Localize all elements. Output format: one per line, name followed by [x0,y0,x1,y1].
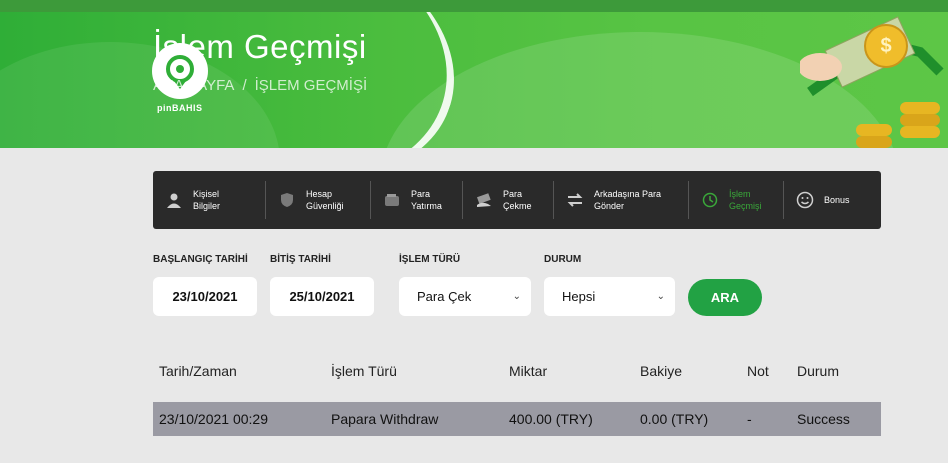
table-cell: 23/10/2021 00:29 [159,411,268,427]
nav-item-deposit[interactable]: Para Yatırma [371,181,463,219]
nav-item-account-security[interactable]: Hesap Güvenliği [266,181,371,219]
nav-label: Para [503,189,523,199]
table-cell: Success [797,411,850,427]
breadcrumb-home-link[interactable]: ANA SAYFA [153,77,234,94]
start-date-input[interactable]: 23/10/2021 [153,277,257,316]
nav-label: Hesap [306,189,333,199]
nav-label: Gönder [594,201,625,211]
column-header: Durum [797,363,840,379]
table-row: 23/10/2021 00:29 Papara Withdraw 400.00 … [153,402,881,436]
start-date-label: BAŞLANGIÇ TARİHİ [153,254,248,265]
table-cell: 400.00 (TRY) [509,411,593,427]
nav-item-withdraw[interactable]: Para Çekme [463,181,554,219]
table-cell: 0.00 (TRY) [640,411,709,427]
nav-label: Kişisel [193,189,220,199]
column-header: Miktar [509,363,548,379]
chevron-down-icon: ⌄ [512,291,521,302]
nav-label: Arkadaşına Para [594,189,662,199]
breadcrumb: ANA SAYFA / İŞLEM GEÇMİŞİ [153,77,367,94]
breadcrumb-separator: / [242,77,247,94]
smile-icon [796,191,814,209]
search-button[interactable]: ARA [688,279,762,316]
nav-item-personal-info[interactable]: Kişisel Bilgiler [153,181,266,219]
transfer-icon [566,191,584,209]
table-cell: - [747,411,752,427]
account-nav: Kişisel Bilgiler Hesap Güvenliği Para Yatır… [153,171,881,229]
status-label: DURUM [544,254,582,265]
nav-label: Para [411,189,431,199]
wallet-icon [383,191,401,209]
breadcrumb-current: İŞLEM GEÇMİŞİ [254,77,368,94]
column-header: Not [747,363,769,379]
transaction-type-select[interactable]: Para Çek ⌄ [399,277,531,316]
coin-icon: $ [864,24,908,68]
nav-label: Güvenliği [306,201,344,211]
cash-withdraw-icon [475,191,493,209]
nav-label: Yatırma [411,201,442,211]
end-date-label: BİTİŞ TARİHİ [270,254,331,265]
status-value: Hepsi [562,289,596,304]
column-header: İşlem Türü [331,363,397,379]
nav-label: İşlem [729,189,751,199]
brand-logo-text: pinBAHIS [157,103,203,113]
transaction-type-value: Para Çek [417,289,472,304]
table-header: Tarih/Zaman İşlem Türü Miktar Bakiye Not… [153,363,881,381]
column-header: Tarih/Zaman [159,363,237,379]
nav-label: Çekme [503,201,532,211]
top-bar [0,0,948,12]
nav-label: Geçmişi [729,201,762,211]
table-cell: Papara Withdraw [331,411,439,427]
nav-item-bonus[interactable]: Bonus [784,181,881,219]
shield-icon [278,191,296,209]
nav-label: Bilgiler [193,201,221,211]
nav-label: Bonus [824,195,850,205]
end-date-input[interactable]: 25/10/2021 [270,277,374,316]
history-icon [701,191,719,209]
user-icon [165,191,183,209]
chevron-down-icon: ⌄ [656,291,665,302]
column-header: Bakiye [640,363,683,379]
nav-item-send-to-friend[interactable]: Arkadaşına Para Gönder [554,181,689,219]
nav-item-transaction-history[interactable]: İşlem Geçmişi [689,181,784,219]
status-select[interactable]: Hepsi ⌄ [544,277,675,316]
transaction-type-label: İŞLEM TÜRÜ [399,254,461,265]
